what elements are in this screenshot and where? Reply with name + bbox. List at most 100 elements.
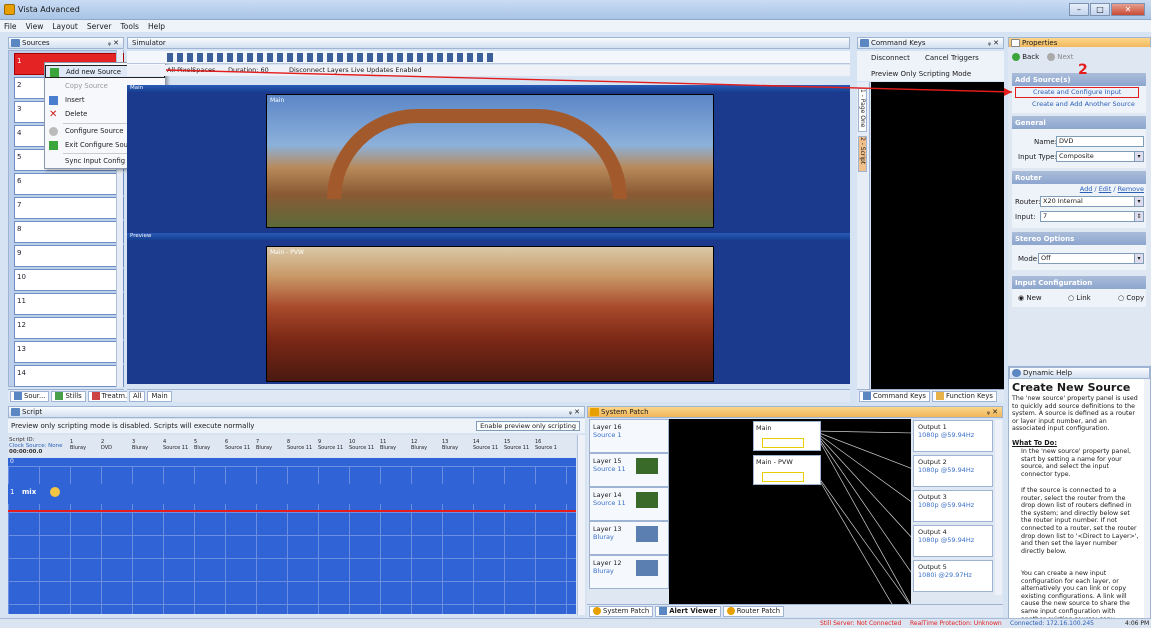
tab-command-keys[interactable]: Command Keys [859, 390, 930, 402]
name-field[interactable]: DVD [1056, 136, 1144, 147]
mode-select[interactable]: Off ▾ [1038, 253, 1144, 264]
router-remove-link[interactable]: Remove [1118, 185, 1144, 193]
source-row[interactable]: 6 [14, 173, 124, 195]
script-column[interactable]: 14 Source 11 [473, 439, 503, 451]
menu-help[interactable]: Help [148, 22, 165, 31]
source-row[interactable]: 12 [14, 317, 124, 339]
tab-stills[interactable]: Stills [51, 390, 86, 402]
source-row[interactable]: 11 [14, 293, 124, 315]
maximize-button[interactable]: □ [1090, 3, 1110, 16]
layer-item[interactable]: Layer 12 Bluray [589, 555, 669, 589]
router-add-link[interactable]: Add [1080, 185, 1093, 193]
disconnect-layers-button[interactable]: Disconnect Layers [289, 66, 349, 74]
script-column[interactable]: 13 Bluray [442, 439, 472, 451]
stereo-header: Stereo Options [1012, 232, 1146, 245]
connection-status: Connected: 172.16.100.245 [1010, 620, 1094, 627]
script-column[interactable]: 8 Source 11 [287, 439, 317, 451]
general-header: General [1012, 116, 1146, 129]
help-scrollbar[interactable] [1144, 379, 1150, 623]
create-add-another-link[interactable]: Create and Add Another Source [1032, 100, 1135, 108]
router-edit-link[interactable]: Edit [1099, 185, 1112, 193]
layer-item[interactable]: Layer 14 Source 11 [589, 487, 669, 521]
live-updates-toggle[interactable]: Live Updates Enabled [351, 66, 422, 74]
script-column[interactable]: 6 Source 11 [225, 439, 255, 451]
keyframe-icon[interactable] [50, 487, 60, 497]
tab-main[interactable]: Main [147, 390, 172, 402]
menu-view[interactable]: View [26, 22, 44, 31]
source-row[interactable]: 10 [14, 269, 124, 291]
disconnect-button[interactable]: Disconnect [871, 54, 910, 62]
router-select[interactable]: X20 Internal ▾ [1040, 196, 1144, 207]
source-row[interactable]: 9 [14, 245, 124, 267]
tab-sources[interactable]: Sour... [10, 390, 50, 402]
input-type-select[interactable]: Composite ▾ [1056, 151, 1144, 162]
script-column[interactable]: 12 Bluray [411, 439, 441, 451]
enable-preview-scripting-button[interactable]: Enable preview only scripting [476, 421, 580, 431]
preview-output-image[interactable]: Main - PVW [266, 246, 714, 382]
source-row[interactable]: 13 [14, 341, 124, 363]
tab-script[interactable]: 2 - Script [858, 136, 867, 172]
output-item[interactable]: Output 1 1080p @59.94Hz [913, 420, 993, 452]
back-button[interactable]: Back [1012, 53, 1039, 61]
output-item[interactable]: Output 4 1080p @59.94Hz [913, 525, 993, 557]
source-row[interactable]: 7 [14, 197, 124, 219]
cancel-triggers-button[interactable]: Cancel Triggers [925, 54, 979, 62]
script-column[interactable]: 9 Source 11 [318, 439, 348, 451]
source-row[interactable]: 14 [14, 365, 124, 387]
patch-scrollbar[interactable] [995, 420, 1002, 595]
duration-field[interactable]: Duration: 60 [228, 66, 269, 74]
pixelspaces-select[interactable]: All PixelSpaces [167, 66, 215, 74]
output-item[interactable]: Output 5 1080i @29.97Hz [913, 560, 993, 592]
create-configure-input-link[interactable]: Create and Configure Input [1015, 87, 1139, 98]
script-column[interactable]: 7 Bluray [256, 439, 286, 451]
tab-router-patch[interactable]: Router Patch [722, 605, 785, 617]
tab-alert-viewer[interactable]: Alert Viewer [655, 605, 721, 617]
tab-all[interactable]: All [129, 390, 146, 402]
script-column[interactable]: 3 Bluray [132, 439, 162, 451]
script-column[interactable]: 5 Bluray [194, 439, 224, 451]
main-output-image[interactable]: Main [266, 94, 714, 228]
script-column[interactable]: 2 DVD [101, 439, 131, 451]
radio-copy[interactable]: ○ Copy [1118, 294, 1144, 302]
preview-only-scripting-button[interactable]: Preview Only Scripting Mode [871, 70, 971, 78]
add-sources-section: Create and Configure Input Create and Ad… [1012, 86, 1146, 113]
output-item[interactable]: Output 2 1080p @59.94Hz [913, 455, 993, 487]
script-column[interactable]: 10 Source 11 [349, 439, 379, 451]
help-bullet: You can create a new input configuration… [1021, 570, 1130, 622]
script-scrollbar[interactable] [577, 435, 585, 615]
next-button[interactable]: Next [1047, 53, 1074, 61]
output-item[interactable]: Output 3 1080p @59.94Hz [913, 490, 993, 522]
destination-main[interactable]: Main [753, 421, 821, 451]
menu-layout[interactable]: Layout [52, 22, 78, 31]
playhead-line[interactable] [8, 510, 576, 512]
minimize-button[interactable]: – [1069, 3, 1089, 16]
simulator-toolbar [127, 51, 850, 64]
pin-close-icon[interactable]: ᵩ ✕ [108, 38, 119, 48]
script-column[interactable]: 15 Source 11 [504, 439, 534, 451]
tab-function-keys[interactable]: Function Keys [931, 390, 997, 402]
radio-new[interactable]: ◉ New [1018, 294, 1042, 302]
input-number-stepper[interactable]: 7 ⇕ [1040, 211, 1144, 222]
close-button[interactable]: ✕ [1111, 3, 1145, 16]
tab-page-one[interactable]: 1 - Page One [858, 88, 867, 132]
menu-server[interactable]: Server [87, 22, 112, 31]
destination-main-pvw[interactable]: Main - PVW [753, 455, 821, 485]
column-source: Source 11 [504, 445, 530, 451]
patch-icon [590, 408, 599, 416]
layer-item[interactable]: Layer 13 Bluray [589, 521, 669, 555]
menu-file[interactable]: File [4, 22, 17, 31]
script-column[interactable]: 1 Bluray [70, 439, 100, 451]
script-column[interactable]: 11 Bluray [380, 439, 410, 451]
layer-item[interactable]: Layer 16 Source 1 [589, 419, 669, 453]
column-source: Source 11 [318, 445, 344, 451]
source-row[interactable]: 8 [14, 221, 124, 243]
sources-tabs: Sour... Stills Treatm... [8, 389, 136, 402]
radio-link[interactable]: ○ Link [1068, 294, 1091, 302]
row-number: 1 [10, 488, 15, 496]
tab-system-patch[interactable]: System Patch [589, 605, 654, 617]
menu-tools[interactable]: Tools [120, 22, 138, 31]
script-column[interactable]: 16 Source 1 [535, 439, 565, 451]
layer-item[interactable]: Layer 15 Source 11 [589, 453, 669, 487]
script-column[interactable]: 4 Source 11 [163, 439, 193, 451]
layout-tool-icons[interactable] [167, 53, 497, 62]
